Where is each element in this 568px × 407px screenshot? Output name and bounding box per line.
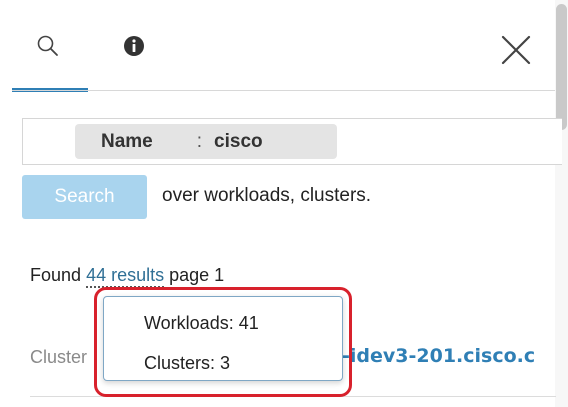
search-button[interactable]: Search — [22, 175, 147, 219]
results-page: page 1 — [169, 265, 225, 285]
popover-item-workloads[interactable]: Workloads: 41 — [144, 313, 259, 334]
result-cluster-link[interactable]: -idev3-201.cisco.c — [342, 345, 535, 367]
filter-key: Name — [101, 130, 153, 152]
results-breakdown-popover: Workloads: 41 Clusters: 3 — [103, 296, 343, 381]
filter-separator: : — [196, 130, 203, 152]
filter-value: cisco — [214, 130, 263, 152]
result-type-label: Cluster — [30, 347, 88, 367]
results-count-link[interactable]: 44 results — [86, 265, 165, 288]
tabbar-divider — [12, 90, 556, 91]
results-summary: Found 44 results page 1 — [30, 265, 225, 288]
filter-chip[interactable]: Name : cisco — [75, 124, 337, 159]
tab-search[interactable] — [30, 28, 66, 64]
popover-item-clusters[interactable]: Clusters: 3 — [144, 353, 230, 374]
row-divider — [30, 396, 556, 397]
close-button[interactable] — [494, 28, 538, 72]
search-scope-text: over workloads, clusters. — [162, 185, 372, 206]
search-icon — [37, 35, 58, 56]
tab-info[interactable] — [116, 28, 152, 64]
scrollbar-thumb[interactable] — [556, 4, 567, 130]
info-icon — [124, 36, 144, 56]
close-icon — [501, 35, 531, 65]
results-prefix: Found — [30, 265, 82, 285]
